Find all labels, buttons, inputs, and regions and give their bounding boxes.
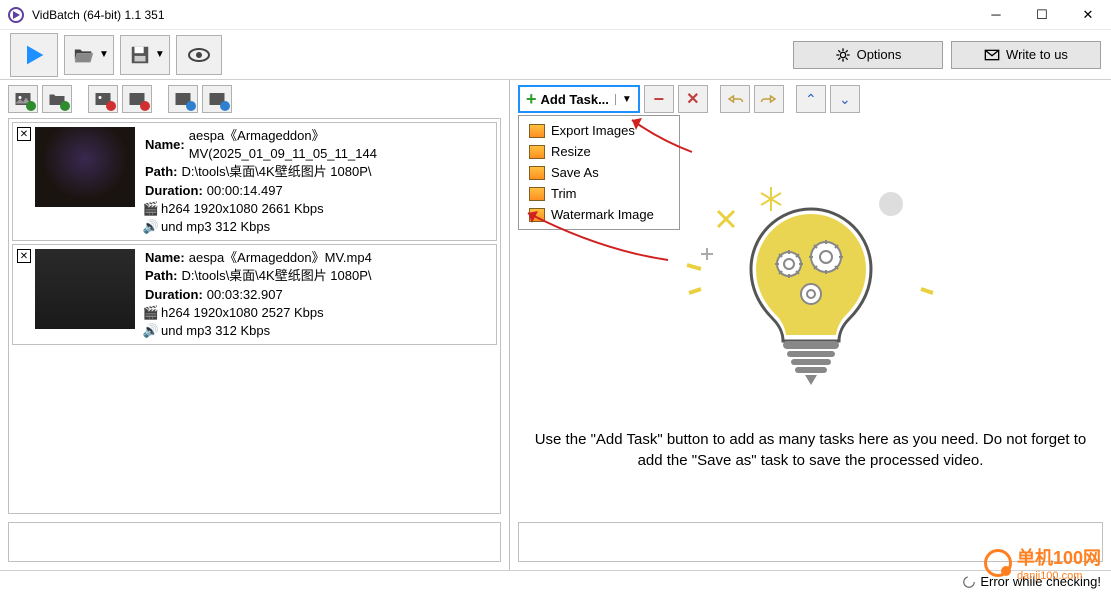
task-icon [529,166,545,180]
task-icon [529,145,545,159]
menu-trim[interactable]: Trim [521,183,677,204]
left-pane: ✕ Name: aespa《Armageddon》MV(2025_01_09_1… [0,80,510,570]
preview-button[interactable] [176,35,222,75]
bottom-panel [8,522,501,562]
chevron-up-icon: ⌃ [805,91,817,108]
file-path: D:\tools\桌面\4K壁纸图片 1080P\ [182,267,372,285]
maximize-button[interactable]: ☐ [1019,0,1065,30]
app-icon [8,7,24,23]
add-folder-button[interactable] [42,85,72,113]
delete-task-button[interactable]: ✕ [678,85,708,113]
audio-info: und mp3 312 Kbps [161,218,270,236]
remove-task-button[interactable]: − [644,85,674,113]
remove-file-button[interactable]: ✕ [17,127,31,141]
eye-icon [187,43,211,67]
minus-icon: − [654,89,665,110]
plus-icon: + [526,89,537,110]
path-label: Path: [145,163,178,181]
play-button[interactable] [10,33,58,77]
menu-save-as[interactable]: Save As [521,162,677,183]
chevron-down-icon: ▼ [99,49,109,60]
chevron-down-icon: ▼ [615,94,632,105]
redo-icon [760,90,778,108]
video-info: h264 1920x1080 2661 Kbps [161,200,324,218]
video-icon: 🎬 [145,307,157,319]
folder-open-icon [73,44,95,66]
watermark-url: danji100.com [1017,570,1101,582]
name-label: Name: [145,136,185,154]
open-button[interactable]: ▼ [64,35,114,75]
task-icon [529,124,545,138]
minimize-button[interactable]: ─ [973,0,1019,30]
audio-icon: 🔊 [145,325,157,337]
add-task-button[interactable]: + Add Task... ▼ [518,85,640,113]
undo-button[interactable] [720,85,750,113]
video-info: h264 1920x1080 2527 Kbps [161,304,324,322]
lightbulb-icon [671,169,951,409]
add-image-button[interactable] [8,85,38,113]
info-button[interactable] [202,85,232,113]
video-icon: 🎬 [145,203,157,215]
remove-image-button[interactable] [88,85,118,113]
mail-icon [984,47,1000,63]
file-item[interactable]: ✕ Name: aespa《Armageddon》MV.mp4 Path: D:… [12,244,497,345]
duration-label: Duration: [145,286,203,304]
remove-file-button[interactable]: ✕ [17,249,31,263]
task-toolbar: + Add Task... ▼ − ✕ ⌃ ⌄ Export Images Re… [510,80,1111,118]
file-duration: 00:00:14.497 [207,182,283,200]
loading-icon [962,575,976,589]
close-button[interactable]: ✕ [1065,0,1111,30]
options-button[interactable]: Options [793,41,943,69]
redo-button[interactable] [754,85,784,113]
right-pane: + Add Task... ▼ − ✕ ⌃ ⌄ Export Images Re… [510,80,1111,570]
thumbnail [35,127,135,207]
write-label: Write to us [1006,47,1068,62]
add-task-label: Add Task... [541,92,609,107]
task-icon [529,208,545,222]
audio-info: und mp3 312 Kbps [161,322,270,340]
menu-resize[interactable]: Resize [521,141,677,162]
duration-label: Duration: [145,182,203,200]
file-toolbar [0,80,509,118]
x-icon: ✕ [686,89,699,109]
refresh-button[interactable] [168,85,198,113]
move-down-button[interactable]: ⌄ [830,85,860,113]
task-icon [529,187,545,201]
clear-all-button[interactable] [122,85,152,113]
file-duration: 00:03:32.907 [207,286,283,304]
save-button[interactable]: ▼ [120,35,170,75]
file-item[interactable]: ✕ Name: aespa《Armageddon》MV(2025_01_09_1… [12,122,497,241]
options-label: Options [857,47,902,62]
write-to-us-button[interactable]: Write to us [951,41,1101,69]
name-label: Name: [145,249,185,267]
thumbnail [35,249,135,329]
audio-icon: 🔊 [145,221,157,233]
file-name: aespa《Armageddon》MV(2025_01_09_11_05_11_… [189,127,492,163]
main-toolbar: ▼ ▼ Options Write to us [0,30,1111,80]
undo-icon [726,90,744,108]
hint-text: Use the "Add Task" button to add as many… [530,429,1091,471]
watermark-text: 单机100网 [1017,544,1101,570]
menu-export-images[interactable]: Export Images [521,120,677,141]
menu-watermark-image[interactable]: Watermark Image [521,204,677,225]
watermark-icon [984,549,1012,577]
chevron-down-icon: ▼ [155,49,165,60]
window-title: VidBatch (64-bit) 1.1 351 [32,8,165,22]
save-icon [129,44,151,66]
file-path: D:\tools\桌面\4K壁纸图片 1080P\ [182,163,372,181]
file-name: aespa《Armageddon》MV.mp4 [189,249,372,267]
gear-icon [835,47,851,63]
add-task-menu: Export Images Resize Save As Trim Waterm… [518,115,680,230]
file-list: ✕ Name: aespa《Armageddon》MV(2025_01_09_1… [8,118,501,514]
path-label: Path: [145,267,178,285]
watermark: 单机100网 danji100.com [984,544,1101,582]
titlebar: VidBatch (64-bit) 1.1 351 ─ ☐ ✕ [0,0,1111,30]
chevron-down-icon: ⌄ [839,91,851,108]
status-bar: Error while checking! [0,570,1111,592]
move-up-button[interactable]: ⌃ [796,85,826,113]
